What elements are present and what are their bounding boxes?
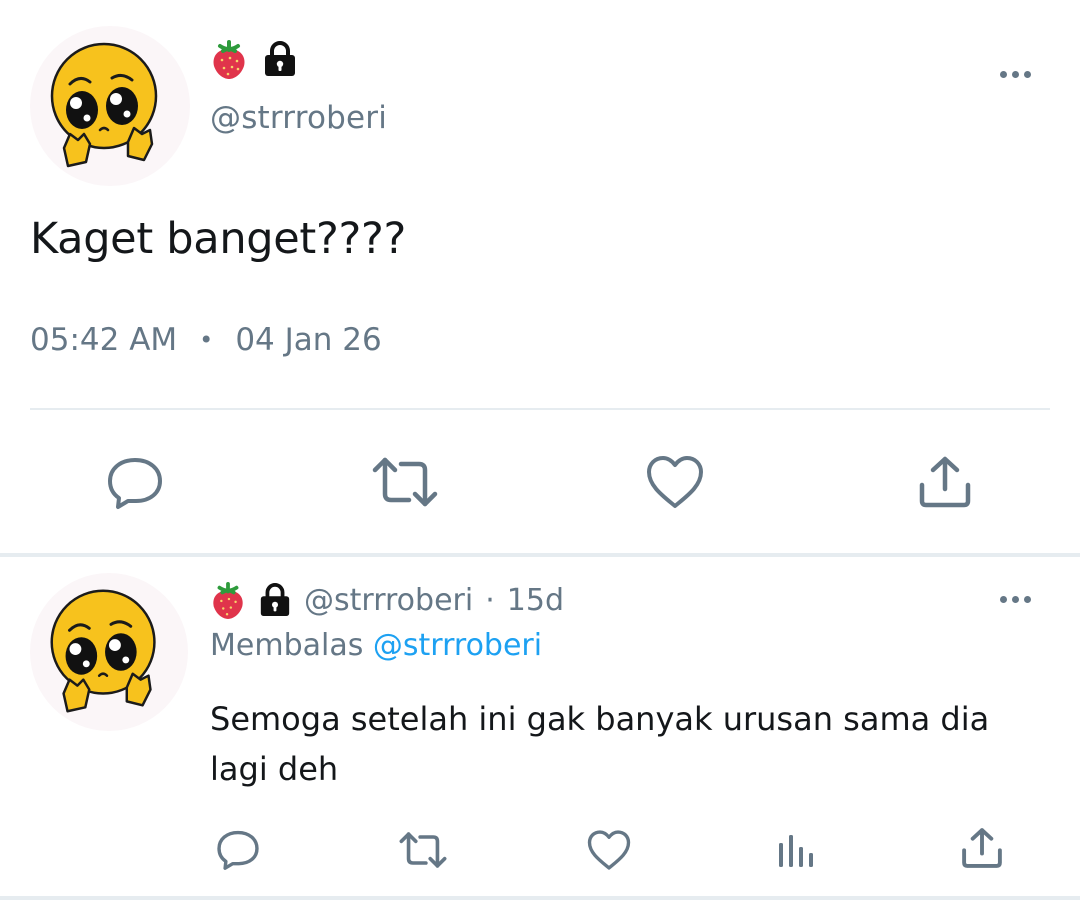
reply-like-icon[interactable] [586, 829, 632, 871]
replying-mention[interactable]: @strrroberi [373, 628, 542, 663]
main-tweet: @strrroberi Kaget banget???? 05:42 AM • … [0, 0, 1080, 553]
reply-icon[interactable] [106, 456, 164, 510]
reply-age: 15d [506, 582, 564, 618]
section-divider [0, 553, 1080, 557]
tweet-detail-screen: @strrroberi Kaget banget???? 05:42 AM • … [0, 0, 1080, 900]
replying-to: Membalas @strrroberi [210, 628, 542, 663]
like-icon[interactable] [645, 454, 705, 510]
divider [30, 408, 1050, 410]
name-emojis [210, 38, 298, 80]
reply-share-icon[interactable] [960, 827, 1004, 869]
lock-icon [262, 40, 298, 78]
username-handle[interactable]: @strrroberi [210, 100, 387, 136]
avatar[interactable] [30, 26, 190, 186]
strawberry-icon [210, 580, 246, 620]
share-icon[interactable] [917, 455, 973, 509]
reply-retweet-icon[interactable] [397, 829, 449, 871]
strawberry-icon [210, 38, 248, 80]
tweet-text: Kaget banget???? [30, 214, 407, 264]
reply-separator: · [485, 582, 495, 618]
analytics-icon[interactable] [776, 829, 816, 871]
bottom-divider [0, 896, 1080, 900]
reply-text: Semoga setelah ini gak banyak urusan sam… [210, 700, 990, 788]
more-options-icon[interactable] [1000, 71, 1031, 78]
tweet-time: 05:42 AM [30, 322, 178, 358]
tweet-timestamp: 05:42 AM • 04 Jan 26 [30, 322, 382, 358]
reply-avatar[interactable] [30, 573, 188, 731]
meta-separator: • [199, 326, 214, 354]
reply-reply-icon[interactable] [216, 829, 260, 871]
retweet-icon[interactable] [369, 454, 441, 510]
replying-prefix: Membalas [210, 628, 364, 663]
tweet-date: 04 Jan 26 [235, 322, 382, 358]
reply-handle[interactable]: @strrroberi [304, 583, 473, 618]
reply-header: @strrroberi · 15d [210, 580, 564, 620]
reply-more-options-icon[interactable] [1000, 596, 1031, 603]
lock-icon [258, 582, 292, 618]
